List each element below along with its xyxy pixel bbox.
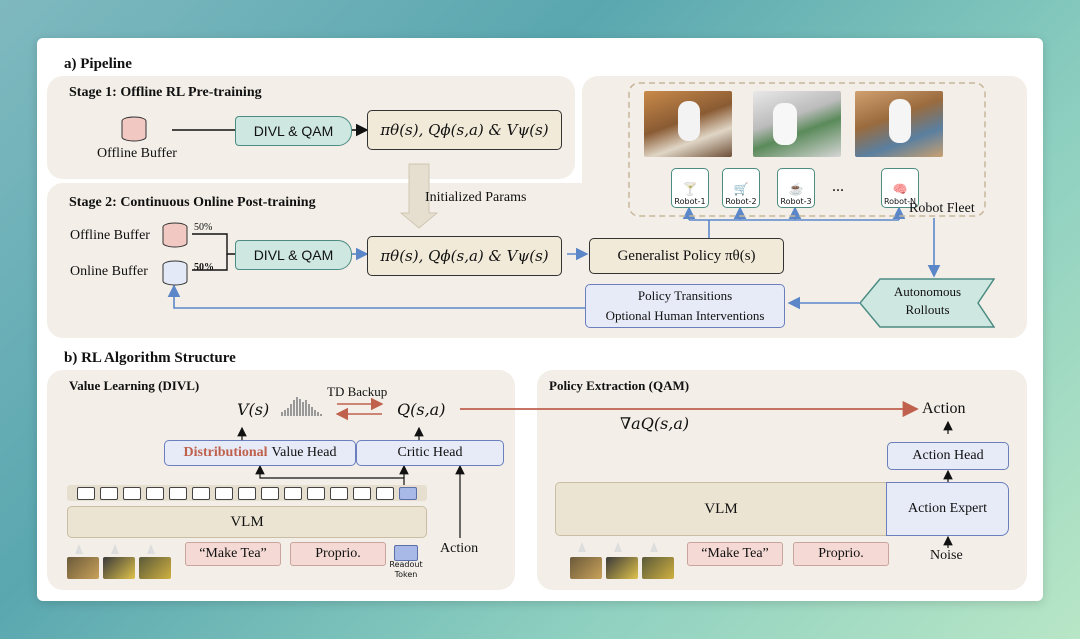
value-learning-title: Value Learning (DIVL): [69, 378, 200, 393]
policy-proprio-box: Proprio.: [793, 542, 889, 566]
patch-icon: [75, 544, 83, 554]
robot-tile-2: 🛒 Robot-2: [722, 168, 760, 208]
robot-1-label: Robot-1: [674, 197, 706, 206]
offline-buffer-icon: [120, 116, 148, 142]
readout-token-icon: [394, 545, 418, 561]
token-cube: [330, 487, 348, 500]
offline-buffer-line: [192, 233, 235, 255]
readout-line2: Token: [394, 570, 418, 579]
stage1-params-box: πθ(s), Qϕ(s,a) & Vψ(s): [367, 110, 562, 150]
action-expert-box: Action Expert: [886, 482, 1009, 536]
value-head-box: Distributional Value Head: [164, 440, 356, 466]
policy-prompt-box: “Make Tea”: [687, 542, 783, 566]
token-cube: [376, 487, 394, 500]
token-cube: [284, 487, 302, 500]
action-head-box: Action Head: [887, 442, 1009, 470]
transitions-line2: Optional Human Interventions: [605, 308, 765, 323]
policy-transitions-box: Policy Transitions Optional Human Interv…: [585, 284, 785, 328]
rl-structure-title: b) RL Algorithm Structure: [64, 350, 236, 366]
init-params-label: Initialized Params: [425, 190, 527, 205]
patch-icon: [111, 544, 119, 554]
offline-pct: 50%: [194, 222, 213, 233]
value-prompt-box: “Make Tea”: [185, 542, 281, 566]
v-of-s: V(s): [237, 400, 270, 419]
stage2-params-box: πθ(s), Qϕ(s,a) & Vψ(s): [367, 236, 562, 276]
policy-camera-thumb-2: [606, 557, 638, 579]
token-cube: [261, 487, 279, 500]
robot-tile-1: 🍸 Robot-1: [671, 168, 709, 208]
policy-action-output: Action: [922, 400, 966, 417]
distributional-word: Distributional: [183, 445, 268, 460]
readout-token-cube: [399, 487, 417, 500]
readout-line1: Readout: [389, 560, 423, 569]
robot-photo-1: [644, 91, 732, 157]
critic-head-box: Critic Head: [356, 440, 504, 466]
patch-icon: [147, 544, 155, 554]
patch-icon: [578, 542, 586, 552]
stage2-divl-box: DIVL & QAM: [235, 240, 352, 270]
distribution-histogram-icon: [281, 396, 325, 416]
noise-label: Noise: [930, 548, 963, 563]
transitions-to-buffer-arrow: [167, 284, 585, 309]
token-cube: [353, 487, 371, 500]
patch-icon: [650, 542, 658, 552]
rollouts-line2: Rollouts: [905, 302, 950, 317]
robot-cocktail-icon: 🍸: [682, 182, 698, 196]
stage2-offline-label: Offline Buffer: [70, 228, 150, 243]
camera-thumb-1: [67, 557, 99, 579]
robot-tile-3: ☕ Robot-3: [777, 168, 815, 208]
value-vlm-box: VLM: [67, 506, 427, 538]
token-cube: [238, 487, 256, 500]
token-cube: [169, 487, 187, 500]
stage2-title: Stage 2: Continuous Online Post-training: [69, 195, 316, 210]
policy-extraction-title: Policy Extraction (QAM): [549, 378, 690, 393]
robot-brain-icon: 🧠: [892, 182, 908, 196]
td-backup-label: TD Backup: [327, 384, 388, 399]
generalist-policy-box: Generalist Policy πθ(s): [589, 238, 784, 274]
stage2-offline-buffer-icon: [161, 222, 189, 248]
value-head-label: Value Head: [271, 445, 337, 460]
robot-coffee-icon: ☕: [788, 182, 804, 196]
patch-icon: [614, 542, 622, 552]
figure-card: a) Pipeline Stage 1: Offline RL Pre-trai…: [37, 38, 1043, 601]
q-of-sa: Q(s,a): [397, 400, 446, 419]
stage1-divl-box: DIVL & QAM: [235, 116, 352, 146]
robot-3-label: Robot-3: [780, 197, 812, 206]
stage1-buffer-label: Offline Buffer: [97, 146, 177, 161]
token-cube: [192, 487, 210, 500]
stage2-online-label: Online Buffer: [70, 264, 148, 279]
value-action-label: Action: [440, 541, 479, 556]
grad-q: ∇aQ(s,a): [620, 414, 690, 433]
camera-thumb-3: [139, 557, 171, 579]
readout-to-value-arrow: [255, 464, 405, 485]
camera-thumb-2: [103, 557, 135, 579]
value-proprio-box: Proprio.: [290, 542, 386, 566]
robot-cart-icon: 🛒: [733, 182, 749, 196]
robot-photo-3: [855, 91, 943, 157]
robot-photo-2: [753, 91, 841, 157]
fleet-ellipsis: ...: [832, 178, 844, 195]
policy-camera-thumb-1: [570, 557, 602, 579]
token-cube: [123, 487, 141, 500]
robot-fleet-label: Robot Fleet: [909, 201, 975, 216]
robot-2-label: Robot-2: [725, 197, 757, 206]
transitions-line1: Policy Transitions: [637, 288, 733, 303]
token-cube: [307, 487, 325, 500]
policy-camera-thumb-3: [642, 557, 674, 579]
token-cube: [77, 487, 95, 500]
rollouts-line1: Autonomous: [893, 284, 962, 299]
readout-token-label: Readout Token: [389, 560, 423, 580]
token-cube: [215, 487, 233, 500]
token-cube: [100, 487, 118, 500]
token-cube: [146, 487, 164, 500]
stage2-online-buffer-icon: [161, 260, 189, 286]
autonomous-rollouts-box: Autonomous Rollouts: [860, 278, 995, 328]
online-pct: 50%: [194, 262, 214, 273]
policy-vlm-box: VLM: [555, 482, 887, 536]
